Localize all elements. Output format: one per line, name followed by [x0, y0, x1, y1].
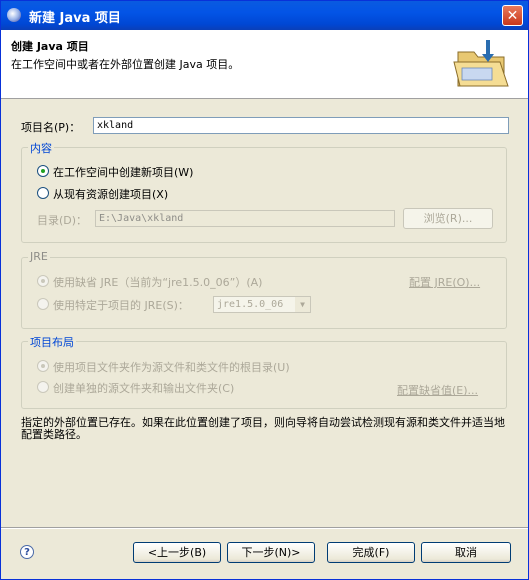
jre-select-value: jre1.5.0_06	[217, 299, 284, 310]
java-project-folder-icon	[453, 40, 509, 87]
radio-project-specific-jre[interactable]	[37, 298, 49, 310]
back-button[interactable]: <上一步(B)	[133, 542, 221, 563]
configure-defaults-link[interactable]: 配置缺省值(E)...	[397, 382, 478, 398]
radio-default-jre[interactable]	[37, 275, 49, 287]
radio-separate-folders[interactable]	[37, 381, 49, 393]
wizard-description: 在工作空间中或者在外部位置创建 Java 项目。	[11, 58, 240, 71]
finish-button[interactable]: 完成(F)	[327, 542, 415, 563]
project-layout-group: 项目布局	[21, 334, 507, 409]
radio-separate-folders-label[interactable]: 创建单独的源文件夹和输出文件夹(C)	[53, 380, 234, 396]
radio-default-jre-label[interactable]: 使用缺省 JRE（当前为“jre1.5.0_06”）(A)	[53, 274, 262, 290]
title-bar[interactable]: 新建 Java 项目 ✕	[1, 1, 528, 30]
close-button[interactable]: ✕	[502, 5, 523, 26]
jre-group: JRE	[21, 250, 507, 329]
info-message: 指定的外部位置已存在。如果在此位置创建了项目，则向导将自动尝试检测现有源和类文件…	[21, 416, 505, 441]
eclipse-icon	[7, 8, 21, 22]
button-bar-separator	[1, 527, 528, 529]
radio-use-project-folder-label[interactable]: 使用项目文件夹作为源文件和类文件的根目录(U)	[53, 359, 290, 375]
wizard-title: 创建 Java 项目	[11, 40, 89, 53]
project-name-label: 项目名(P)：	[21, 121, 81, 134]
configure-jre-link[interactable]: 配置 JRE(O)...	[409, 274, 480, 290]
radio-create-from-existing-label[interactable]: 从现有资源创建项目(X)	[53, 186, 168, 202]
browse-button[interactable]: 浏览(R)...	[403, 208, 493, 229]
chevron-down-icon: ▼	[295, 297, 310, 312]
window-title: 新建 Java 项目	[29, 11, 121, 26]
radio-use-project-folder[interactable]	[37, 360, 49, 372]
radio-project-specific-jre-label[interactable]: 使用特定于项目的 JRE(S)：	[53, 297, 189, 313]
help-icon[interactable]: ?	[20, 545, 34, 559]
radio-create-in-workspace-label[interactable]: 在工作空间中创建新项目(W)	[53, 164, 193, 180]
directory-input[interactable]: E:\Java\xkland	[95, 210, 395, 227]
radio-create-from-existing[interactable]	[37, 187, 49, 199]
project-layout-group-title: 项目布局	[28, 334, 76, 350]
project-name-input[interactable]: xkland	[93, 117, 509, 134]
radio-create-in-workspace[interactable]	[37, 165, 49, 177]
cancel-button[interactable]: 取消	[421, 542, 511, 563]
next-button[interactable]: 下一步(N)>	[227, 542, 315, 563]
contents-group-title: 内容	[28, 140, 54, 156]
directory-label: 目录(D)：	[37, 214, 88, 227]
wizard-header: 创建 Java 项目 在工作空间中或者在外部位置创建 Java 项目。	[1, 30, 528, 99]
jre-select[interactable]: jre1.5.0_06 ▼	[213, 296, 311, 313]
jre-group-title: JRE	[28, 250, 50, 263]
new-java-project-dialog: 新建 Java 项目 ✕ 创建 Java 项目 在工作空间中或者在外部位置创建 …	[0, 0, 529, 580]
